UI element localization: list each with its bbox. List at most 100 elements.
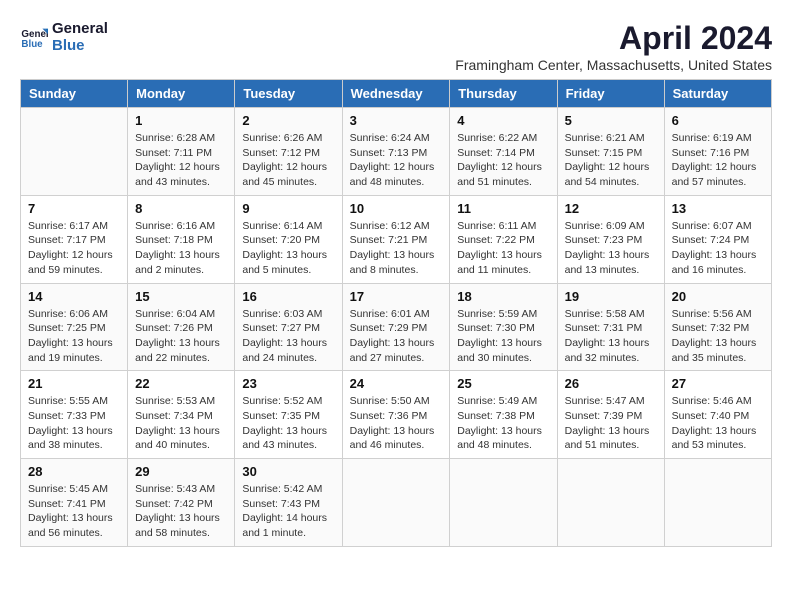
day-number: 9 — [242, 201, 334, 216]
day-info: Sunrise: 6:24 AMSunset: 7:13 PMDaylight:… — [350, 131, 443, 190]
day-number: 29 — [135, 464, 227, 479]
calendar-cell: 5Sunrise: 6:21 AMSunset: 7:15 PMDaylight… — [557, 108, 664, 196]
calendar-cell: 30Sunrise: 5:42 AMSunset: 7:43 PMDayligh… — [235, 459, 342, 547]
calendar-cell — [342, 459, 450, 547]
calendar-header-saturday: Saturday — [664, 80, 771, 108]
day-number: 8 — [135, 201, 227, 216]
logo: General Blue General Blue — [20, 20, 108, 54]
logo-general: General — [52, 20, 108, 37]
calendar-cell: 26 Sunrise: 5:47 AMSunset: 7:39 PMDayligh… — [557, 371, 664, 459]
title-block: April 2024 Framingham Center, Massachuse… — [455, 20, 772, 73]
day-info: Sunrise: 6:09 AMSunset: 7:23 PMDaylight:… — [565, 219, 657, 278]
day-info: Sunrise: 6:19 AMSunset: 7:16 PMDaylight:… — [672, 131, 764, 190]
calendar-cell: 10 Sunrise: 6:12 AMSunset: 7:21 PMDayligh… — [342, 195, 450, 283]
calendar-cell: 18 Sunrise: 5:59 AMSunset: 7:30 PMDayligh… — [450, 283, 557, 371]
day-number: 12 — [565, 201, 657, 216]
calendar-cell: 27 Sunrise: 5:46 AMSunset: 7:40 PMDayligh… — [664, 371, 771, 459]
calendar-cell: 13 Sunrise: 6:07 AMSunset: 7:24 PMDayligh… — [664, 195, 771, 283]
day-info: Sunrise: 5:55 AMSunset: 7:33 PMDaylight:… — [28, 394, 120, 453]
calendar-cell: 12 Sunrise: 6:09 AMSunset: 7:23 PMDayligh… — [557, 195, 664, 283]
calendar-cell — [450, 459, 557, 547]
day-number: 1 — [135, 113, 227, 128]
day-info: Sunrise: 5:46 AMSunset: 7:40 PMDaylight:… — [672, 394, 764, 453]
day-info: Sunrise: 6:07 AMSunset: 7:24 PMDaylight:… — [672, 219, 764, 278]
calendar-week-row: 21Sunrise: 5:55 AMSunset: 7:33 PMDayligh… — [21, 371, 772, 459]
calendar-cell — [557, 459, 664, 547]
day-info: Sunrise: 6:16 AMSunset: 7:18 PMDaylight:… — [135, 219, 227, 278]
day-number: 27 — [672, 376, 764, 391]
logo-icon: General Blue — [20, 23, 48, 51]
day-info: Sunrise: 5:45 AMSunset: 7:41 PMDaylight:… — [28, 482, 120, 541]
calendar-cell: 17 Sunrise: 6:01 AMSunset: 7:29 PMDayligh… — [342, 283, 450, 371]
calendar-cell: 11 Sunrise: 6:11 AMSunset: 7:22 PMDayligh… — [450, 195, 557, 283]
calendar-header-wednesday: Wednesday — [342, 80, 450, 108]
calendar-cell: 2 Sunrise: 6:26 AMSunset: 7:12 PMDaylight… — [235, 108, 342, 196]
day-number: 10 — [350, 201, 443, 216]
day-info: Sunrise: 6:28 AMSunset: 7:11 PMDaylight:… — [135, 131, 227, 190]
calendar-header-thursday: Thursday — [450, 80, 557, 108]
day-number: 11 — [457, 201, 549, 216]
day-number: 26 — [565, 376, 657, 391]
calendar-cell: 25Sunrise: 5:49 AMSunset: 7:38 PMDayligh… — [450, 371, 557, 459]
calendar-week-row: 7Sunrise: 6:17 AMSunset: 7:17 PMDaylight… — [21, 195, 772, 283]
calendar-cell: 16Sunrise: 6:03 AMSunset: 7:27 PMDayligh… — [235, 283, 342, 371]
day-number: 19 — [565, 289, 657, 304]
calendar-cell: 14 Sunrise: 6:06 AMSunset: 7:25 PMDayligh… — [21, 283, 128, 371]
calendar-cell: 8 Sunrise: 6:16 AMSunset: 7:18 PMDaylight… — [128, 195, 235, 283]
day-number: 17 — [350, 289, 443, 304]
day-number: 18 — [457, 289, 549, 304]
calendar-cell: 22 Sunrise: 5:53 AMSunset: 7:34 PMDayligh… — [128, 371, 235, 459]
day-info: Sunrise: 5:59 AMSunset: 7:30 PMDaylight:… — [457, 307, 549, 366]
calendar-header-friday: Friday — [557, 80, 664, 108]
day-info: Sunrise: 6:03 AMSunset: 7:27 PMDaylight:… — [242, 307, 334, 366]
day-number: 2 — [242, 113, 334, 128]
day-info: Sunrise: 6:21 AMSunset: 7:15 PMDaylight:… — [565, 131, 657, 190]
calendar-cell: 3 Sunrise: 6:24 AMSunset: 7:13 PMDaylight… — [342, 108, 450, 196]
day-number: 7 — [28, 201, 120, 216]
location-subtitle: Framingham Center, Massachusetts, United… — [455, 57, 772, 73]
day-number: 3 — [350, 113, 443, 128]
calendar-cell: 1 Sunrise: 6:28 AMSunset: 7:11 PMDaylight… — [128, 108, 235, 196]
day-number: 22 — [135, 376, 227, 391]
svg-text:Blue: Blue — [21, 39, 43, 50]
day-info: Sunrise: 6:11 AMSunset: 7:22 PMDaylight:… — [457, 219, 549, 278]
calendar-cell: 15Sunrise: 6:04 AMSunset: 7:26 PMDayligh… — [128, 283, 235, 371]
day-number: 25 — [457, 376, 549, 391]
day-info: Sunrise: 5:58 AMSunset: 7:31 PMDaylight:… — [565, 307, 657, 366]
calendar-header-row: SundayMondayTuesdayWednesdayThursdayFrid… — [21, 80, 772, 108]
calendar-week-row: 1 Sunrise: 6:28 AMSunset: 7:11 PMDaylight… — [21, 108, 772, 196]
day-number: 15 — [135, 289, 227, 304]
calendar-cell — [21, 108, 128, 196]
day-info: Sunrise: 6:06 AMSunset: 7:25 PMDaylight:… — [28, 307, 120, 366]
calendar-cell: 28 Sunrise: 5:45 AMSunset: 7:41 PMDayligh… — [21, 459, 128, 547]
day-number: 13 — [672, 201, 764, 216]
day-number: 24 — [350, 376, 443, 391]
day-info: Sunrise: 5:53 AMSunset: 7:34 PMDaylight:… — [135, 394, 227, 453]
page-header: General Blue General Blue April 2024 Fra… — [20, 20, 772, 73]
month-title: April 2024 — [455, 20, 772, 57]
day-info: Sunrise: 6:01 AMSunset: 7:29 PMDaylight:… — [350, 307, 443, 366]
day-number: 28 — [28, 464, 120, 479]
day-number: 4 — [457, 113, 549, 128]
calendar-header-tuesday: Tuesday — [235, 80, 342, 108]
calendar-week-row: 14 Sunrise: 6:06 AMSunset: 7:25 PMDayligh… — [21, 283, 772, 371]
calendar-cell: 9 Sunrise: 6:14 AMSunset: 7:20 PMDaylight… — [235, 195, 342, 283]
day-info: Sunrise: 6:22 AMSunset: 7:14 PMDaylight:… — [457, 131, 549, 190]
calendar-cell: 19 Sunrise: 5:58 AMSunset: 7:31 PMDayligh… — [557, 283, 664, 371]
day-info: Sunrise: 6:12 AMSunset: 7:21 PMDaylight:… — [350, 219, 443, 278]
day-number: 14 — [28, 289, 120, 304]
calendar-cell: 4 Sunrise: 6:22 AMSunset: 7:14 PMDaylight… — [450, 108, 557, 196]
calendar-cell: 6 Sunrise: 6:19 AMSunset: 7:16 PMDaylight… — [664, 108, 771, 196]
day-info: Sunrise: 5:56 AMSunset: 7:32 PMDaylight:… — [672, 307, 764, 366]
day-info: Sunrise: 6:26 AMSunset: 7:12 PMDaylight:… — [242, 131, 334, 190]
calendar-table: SundayMondayTuesdayWednesdayThursdayFrid… — [20, 79, 772, 547]
calendar-week-row: 28 Sunrise: 5:45 AMSunset: 7:41 PMDayligh… — [21, 459, 772, 547]
day-info: Sunrise: 5:52 AMSunset: 7:35 PMDaylight:… — [242, 394, 334, 453]
day-number: 30 — [242, 464, 334, 479]
day-info: Sunrise: 5:43 AMSunset: 7:42 PMDaylight:… — [135, 482, 227, 541]
calendar-cell: 29 Sunrise: 5:43 AMSunset: 7:42 PMDayligh… — [128, 459, 235, 547]
day-info: Sunrise: 6:14 AMSunset: 7:20 PMDaylight:… — [242, 219, 334, 278]
day-number: 6 — [672, 113, 764, 128]
day-info: Sunrise: 5:50 AMSunset: 7:36 PMDaylight:… — [350, 394, 443, 453]
day-info: Sunrise: 5:47 AMSunset: 7:39 PMDaylight:… — [565, 394, 657, 453]
